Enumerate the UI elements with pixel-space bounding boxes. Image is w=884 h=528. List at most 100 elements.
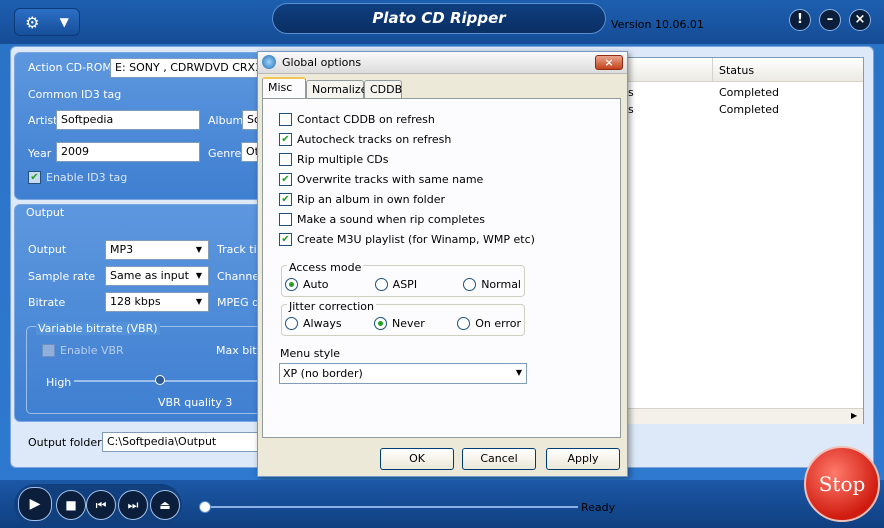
sample-rate-select[interactable]: Same as input ▼ (105, 266, 209, 286)
dialog-close-button[interactable]: × (595, 55, 623, 70)
horizontal-scrollbar[interactable]: ◀ ▶ (615, 408, 863, 424)
tab-misc[interactable]: Misc (262, 77, 306, 99)
track-list-header: Status (615, 58, 863, 82)
output-format-select[interactable]: MP3 ▼ (105, 240, 209, 260)
year-input[interactable]: 2009 (56, 142, 200, 162)
artist-input[interactable]: Softpedia (56, 110, 200, 130)
dropdown-arrow-icon: ▼ (195, 271, 203, 280)
option-label: Create M3U playlist (for Winamp, WMP etc… (297, 233, 535, 246)
radio-option[interactable]: Auto (285, 278, 329, 291)
output-folder-label: Output folder (28, 436, 102, 449)
option-checkbox[interactable]: ✔ Rip an album in own folder (279, 193, 535, 206)
output-label: Output (28, 243, 67, 256)
enable-vbr-checkbox[interactable]: Enable VBR (42, 344, 124, 357)
option-label: Overwrite tracks with same name (297, 173, 484, 186)
previous-button[interactable]: ⏮ (86, 490, 116, 520)
option-checkbox[interactable]: ✔ Autocheck tracks on refresh (279, 133, 535, 146)
track-row-status: Completed (719, 86, 779, 99)
scroll-right-icon[interactable]: ▶ (851, 411, 857, 420)
vbr-slider-track (74, 380, 258, 382)
play-button[interactable]: ▶ (18, 487, 52, 521)
check-icon: ✔ (28, 171, 41, 184)
jitter-options: Always Never On error (285, 317, 521, 330)
option-label: Rip an album in own folder (297, 193, 446, 206)
output-folder-input[interactable]: C:\Softpedia\Output (102, 432, 262, 452)
year-label: Year (28, 147, 52, 160)
stop-small-button[interactable]: ■ (56, 490, 86, 520)
checkbox-empty-icon (279, 113, 292, 126)
sample-rate-label: Sample rate (28, 270, 96, 283)
tab-cddb[interactable]: CDDB (364, 80, 402, 99)
main-menu-button[interactable]: ⚙ ▼ (14, 8, 80, 36)
check-icon: ✔ (279, 193, 292, 206)
album-label: Album (208, 114, 244, 127)
radio-option[interactable]: Normal (463, 278, 521, 291)
cd-icon (262, 55, 276, 69)
option-label: Make a sound when rip completes (297, 213, 485, 226)
close-button[interactable]: × (849, 9, 871, 31)
bitrate-label: Bitrate (28, 296, 66, 309)
radio-label: ASPI (392, 278, 418, 291)
status-column-header[interactable]: Status (719, 64, 754, 77)
radio-label: Normal (481, 278, 521, 291)
radio-icon (374, 278, 388, 291)
bitrate-select[interactable]: 128 kbps ▼ (105, 292, 209, 312)
previous-icon: ⏮ (95, 498, 107, 512)
radio-option[interactable]: Never (374, 317, 425, 330)
enable-id3-checkbox[interactable]: ✔ Enable ID3 tag (28, 171, 127, 184)
tab-normalize[interactable]: Normalize (306, 80, 367, 99)
option-checkbox[interactable]: Contact CDDB on refresh (279, 113, 535, 126)
menu-style-select[interactable]: XP (no border) ▼ (279, 363, 527, 384)
radio-option[interactable]: On error (457, 317, 521, 330)
stop-rip-button[interactable]: Stop (804, 446, 880, 522)
option-checkbox[interactable]: ✔ Overwrite tracks with same name (279, 173, 535, 186)
next-icon: ⏭ (127, 498, 139, 512)
output-section-label: Output (26, 206, 65, 219)
progress-track (202, 506, 578, 508)
vbr-quality-label: VBR quality 3 (158, 396, 233, 409)
radio-option[interactable]: ASPI (374, 278, 418, 291)
progress-thumb[interactable] (199, 501, 211, 513)
cancel-button[interactable]: Cancel (462, 448, 536, 470)
option-label: Contact CDDB on refresh (297, 113, 435, 126)
app-title: Plato CD Ripper (272, 3, 606, 34)
access-mode-label: Access mode (287, 261, 364, 274)
radio-icon (463, 278, 477, 291)
misc-tab-panel: Contact CDDB on refresh ✔ Autocheck tracks… (262, 98, 621, 438)
dialog-title-bar[interactable]: Global options × (258, 52, 627, 74)
option-checkbox[interactable]: ✔ Create M3U playlist (for Winamp, WMP et… (279, 233, 535, 246)
option-label: Autocheck tracks on refresh (297, 133, 452, 146)
ok-button[interactable]: OK (380, 448, 454, 470)
access-mode-options: Auto ASPI Normal (285, 278, 521, 291)
radio-label: Auto (303, 278, 329, 291)
drive-select[interactable]: E: SONY , CDRWDVD CRX31 (110, 58, 260, 78)
menu-style-label: Menu style (280, 347, 341, 360)
dropdown-arrow-icon: ▼ (515, 368, 522, 377)
option-checkbox[interactable]: Rip multiple CDs (279, 153, 535, 166)
eject-icon: ⏏ (159, 498, 171, 512)
next-button[interactable]: ⏭ (118, 490, 148, 520)
jitter-label: Jitter correction (287, 300, 376, 313)
info-button[interactable]: ! (789, 9, 811, 31)
stop-icon: ■ (65, 498, 77, 512)
radio-label: On error (475, 317, 521, 330)
eject-button[interactable]: ⏏ (150, 490, 180, 520)
apply-button[interactable]: Apply (546, 448, 620, 470)
common-id3-label: Common ID3 tag (28, 88, 122, 101)
minimize-button[interactable]: – (819, 9, 841, 31)
options-checklist: Contact CDDB on refresh ✔ Autocheck tracks… (279, 113, 535, 246)
gear-icon: ⚙ (25, 12, 40, 32)
option-checkbox[interactable]: Make a sound when rip completes (279, 213, 535, 226)
radio-icon (285, 278, 298, 291)
chevron-down-icon: ▼ (59, 15, 69, 29)
check-icon: ✔ (279, 133, 292, 146)
radio-icon (457, 317, 471, 330)
option-label: Rip multiple CDs (297, 153, 389, 166)
dropdown-arrow-icon: ▼ (195, 245, 203, 254)
radio-icon (285, 317, 298, 330)
vbr-section-label: Variable bitrate (VBR) (36, 322, 160, 335)
track-list[interactable]: Status ps Completed ps Completed ◀ ▶ (614, 57, 864, 424)
tab-strip: Misc Normalize CDDB (262, 77, 402, 99)
radio-option[interactable]: Always (285, 317, 342, 330)
radio-label: Always (303, 317, 342, 330)
